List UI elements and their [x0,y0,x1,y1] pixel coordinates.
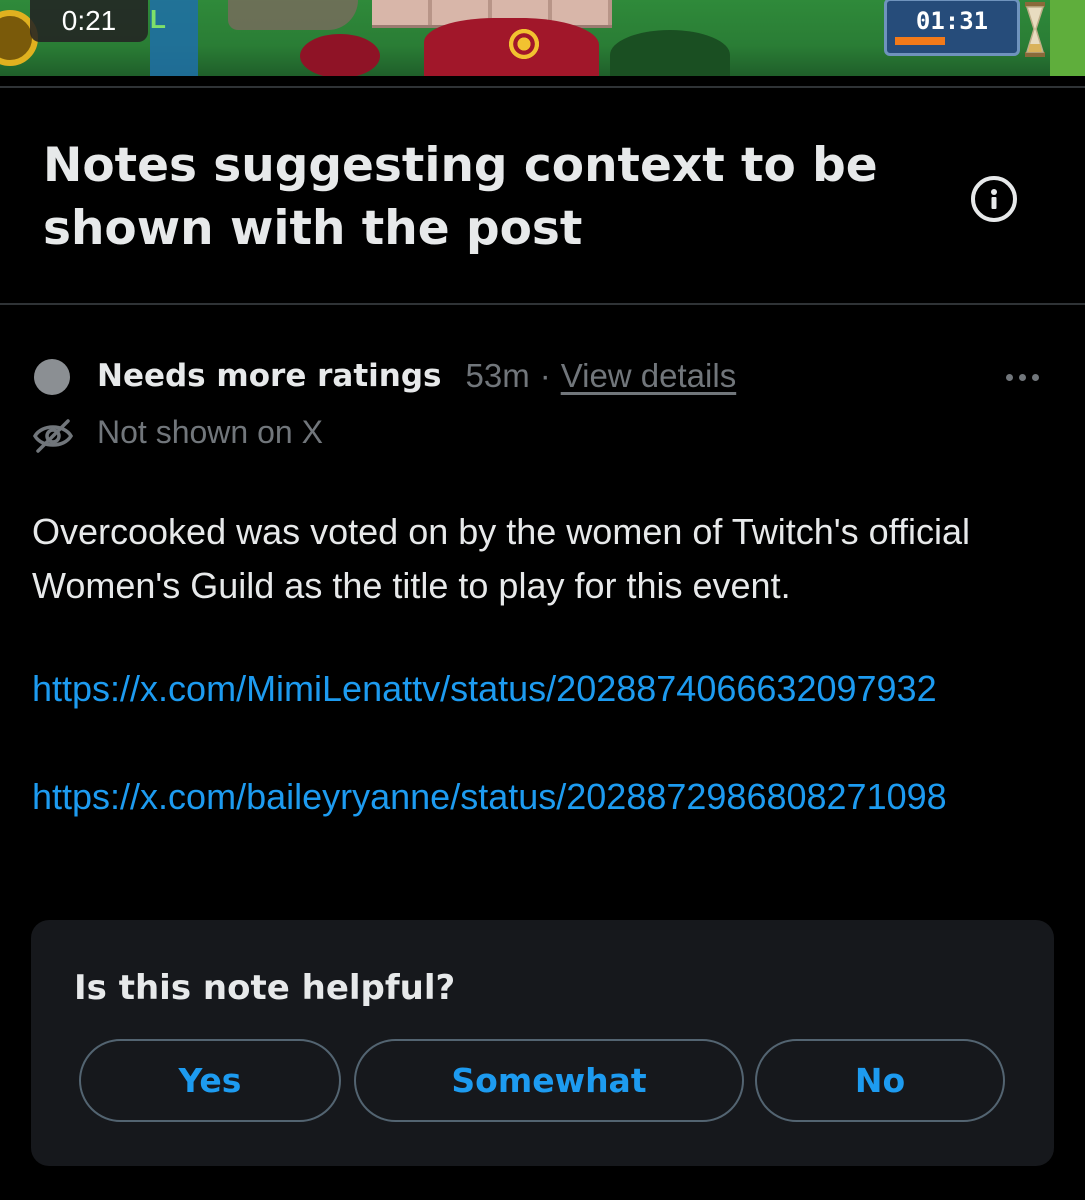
game-timer-bar [895,37,945,45]
rate-yes-button[interactable]: Yes [79,1039,341,1122]
info-glyph [991,189,997,209]
separator-dot: · [539,357,551,394]
hourglass-icon [1025,2,1045,57]
divider [0,86,1085,88]
game-badge: L [150,4,166,34]
more-dot [1019,374,1026,381]
more-dot [1032,374,1039,381]
rate-no-button[interactable]: No [755,1039,1005,1122]
source-link[interactable]: https://x.com/baileyryanne/status/202887… [32,770,1062,824]
more-options-icon[interactable] [1006,374,1039,381]
rate-somewhat-button[interactable]: Somewhat [354,1039,744,1122]
note-status: Needs more ratings [97,358,442,394]
info-icon[interactable] [971,176,1017,222]
video-scene-decoration [1050,0,1085,76]
video-elapsed-time: 0:21 [30,0,148,42]
page-title: Notes suggesting context to be shown wit… [43,138,878,256]
game-timer: 01:31 [884,0,1020,56]
rating-card: Is this note helpful? Yes Somewhat No [31,920,1054,1166]
video-scene-decoration [300,34,380,76]
video-scene-decoration [610,30,730,76]
source-link[interactable]: https://x.com/MimiLenattv/status/2028874… [32,662,1062,716]
note-visibility: Not shown on X [97,414,323,450]
note-status-row: Needs more ratings 53m · View details [97,354,736,398]
rating-question: Is this note helpful? [74,968,456,1008]
game-timer-value: 01:31 [915,7,989,35]
video-thumbnail[interactable]: L 0:21 01:31 [0,0,1085,76]
more-dot [1006,374,1013,381]
video-scene-decoration [228,0,358,30]
divider [0,303,1085,305]
note-text: Overcooked was voted on by the women of … [32,511,971,606]
status-indicator-icon [34,359,70,395]
note-time-ago: 53m [465,357,530,394]
view-details-link[interactable]: View details [561,357,737,395]
eye-off-icon [32,419,74,453]
video-scene-decoration [500,18,548,70]
